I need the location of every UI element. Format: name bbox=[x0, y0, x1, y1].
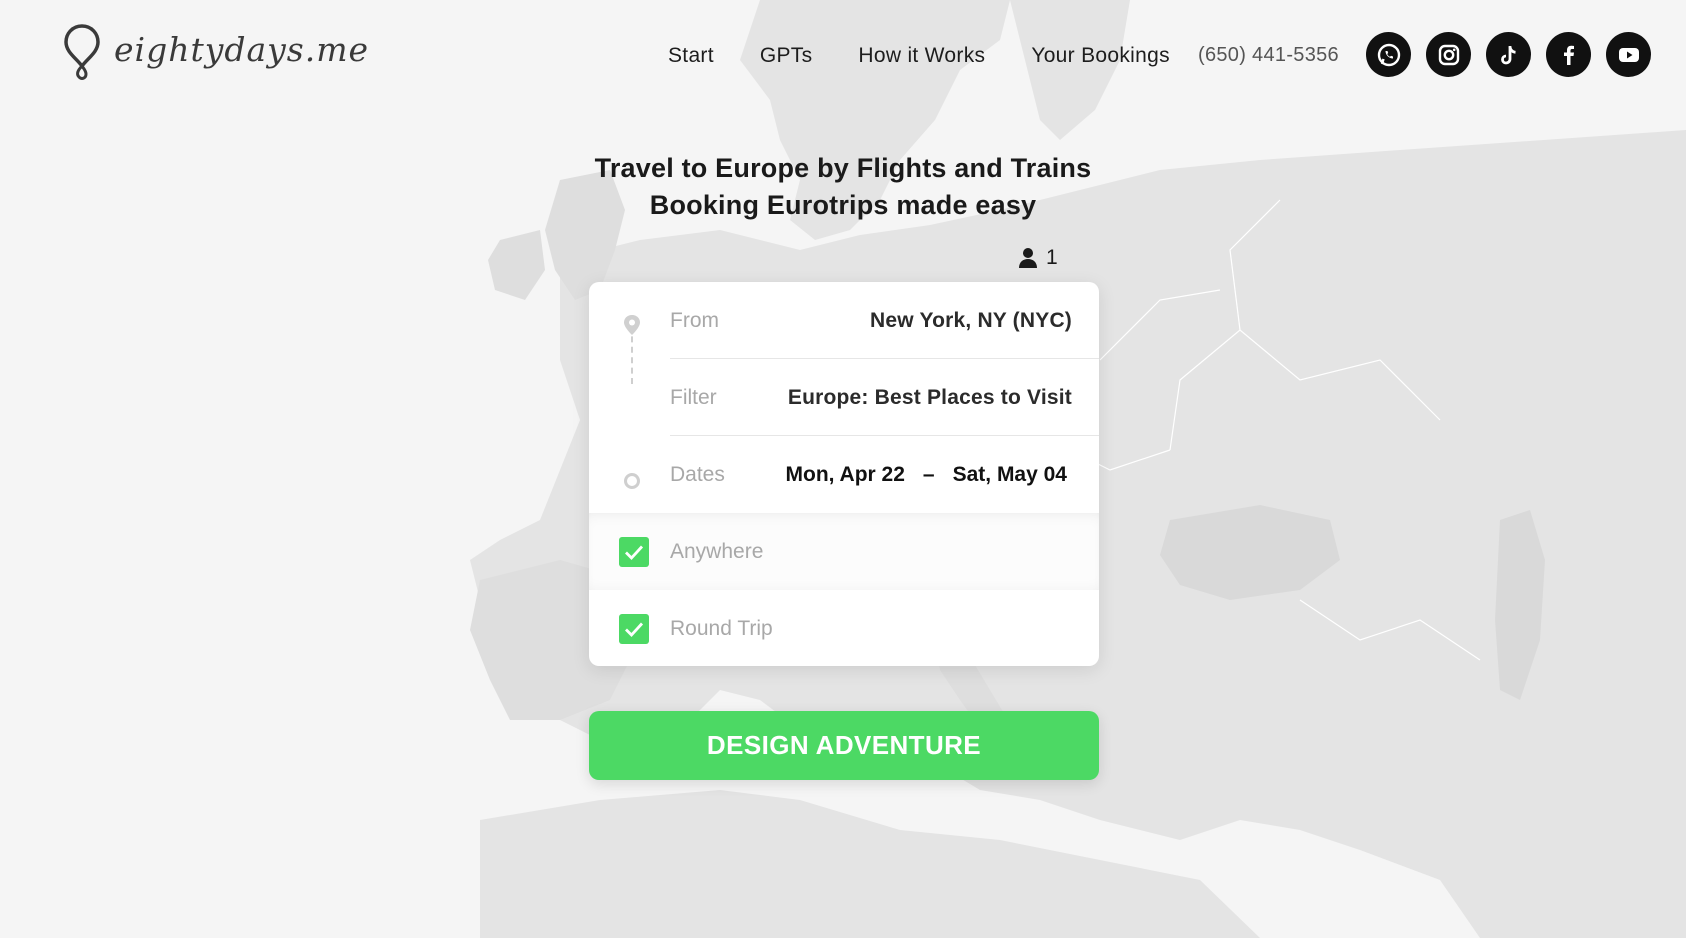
tiktok-icon[interactable] bbox=[1486, 32, 1531, 77]
hero-title-line1: Travel to Europe by Flights and Trains bbox=[594, 153, 1092, 183]
filter-field[interactable]: Filter Europe: Best Places to Visit bbox=[589, 359, 1099, 489]
hero-title-line2: Booking Eurotrips made easy bbox=[649, 190, 1037, 220]
checkmark-icon bbox=[625, 545, 644, 561]
brand-logo[interactable]: eightydays.me bbox=[62, 22, 369, 82]
map-pin-logo-icon bbox=[64, 24, 100, 80]
nav-item-your-bookings[interactable]: Your Bookings bbox=[1031, 44, 1170, 68]
filter-value: Europe: Best Places to Visit bbox=[787, 386, 1072, 409]
from-value: New York, NY (NYC) bbox=[870, 309, 1072, 332]
checkmark-icon bbox=[625, 622, 644, 638]
nav-item-start[interactable]: Start bbox=[668, 44, 714, 68]
main-nav: Start GPTs How it Works Your Bookings bbox=[668, 44, 1170, 68]
start-date[interactable]: Mon, Apr 22 bbox=[786, 436, 905, 513]
round-trip-option[interactable]: Round Trip bbox=[589, 590, 1099, 667]
whatsapp-icon[interactable] bbox=[1366, 32, 1411, 77]
date-separator: – bbox=[922, 463, 935, 486]
hero-heading: Travel to Europe by Flights and Trains B… bbox=[0, 150, 1686, 224]
round-trip-checkbox[interactable] bbox=[619, 614, 649, 644]
nav-item-how-it-works[interactable]: How it Works bbox=[858, 44, 985, 68]
anywhere-checkbox[interactable] bbox=[619, 537, 649, 567]
trip-search-form: From New York, NY (NYC) Filter Europe: B… bbox=[589, 282, 1099, 666]
round-trip-label: Round Trip bbox=[670, 617, 773, 640]
filter-label: Filter bbox=[670, 386, 717, 409]
instagram-icon[interactable] bbox=[1426, 32, 1471, 77]
date-range: Mon, Apr 22 – Sat, May 04 bbox=[786, 436, 1068, 513]
facebook-icon[interactable] bbox=[1546, 32, 1591, 77]
youtube-icon[interactable] bbox=[1606, 32, 1651, 77]
anywhere-label: Anywhere bbox=[670, 540, 764, 563]
from-label: From bbox=[670, 309, 719, 332]
site-header: eightydays.me Start GPTs How it Works Yo… bbox=[0, 0, 1686, 110]
dates-field[interactable]: Dates Mon, Apr 22 – Sat, May 04 bbox=[589, 436, 1099, 637]
passenger-count: 1 bbox=[1046, 246, 1058, 269]
social-links bbox=[1366, 32, 1651, 77]
nav-item-gpts[interactable]: GPTs bbox=[760, 44, 813, 68]
phone-number[interactable]: (650) 441-5356 bbox=[1198, 44, 1339, 67]
person-icon bbox=[1019, 248, 1037, 268]
end-date[interactable]: Sat, May 04 bbox=[953, 436, 1067, 513]
location-pin-icon bbox=[624, 315, 640, 335]
anywhere-option[interactable]: Anywhere bbox=[589, 513, 1099, 590]
brand-name: eightydays.me bbox=[114, 29, 370, 69]
passenger-selector[interactable]: 1 bbox=[1018, 246, 1058, 270]
from-field[interactable]: From New York, NY (NYC) bbox=[589, 282, 1099, 359]
dates-label: Dates bbox=[670, 463, 725, 486]
design-adventure-button[interactable]: DESIGN ADVENTURE bbox=[589, 711, 1099, 780]
